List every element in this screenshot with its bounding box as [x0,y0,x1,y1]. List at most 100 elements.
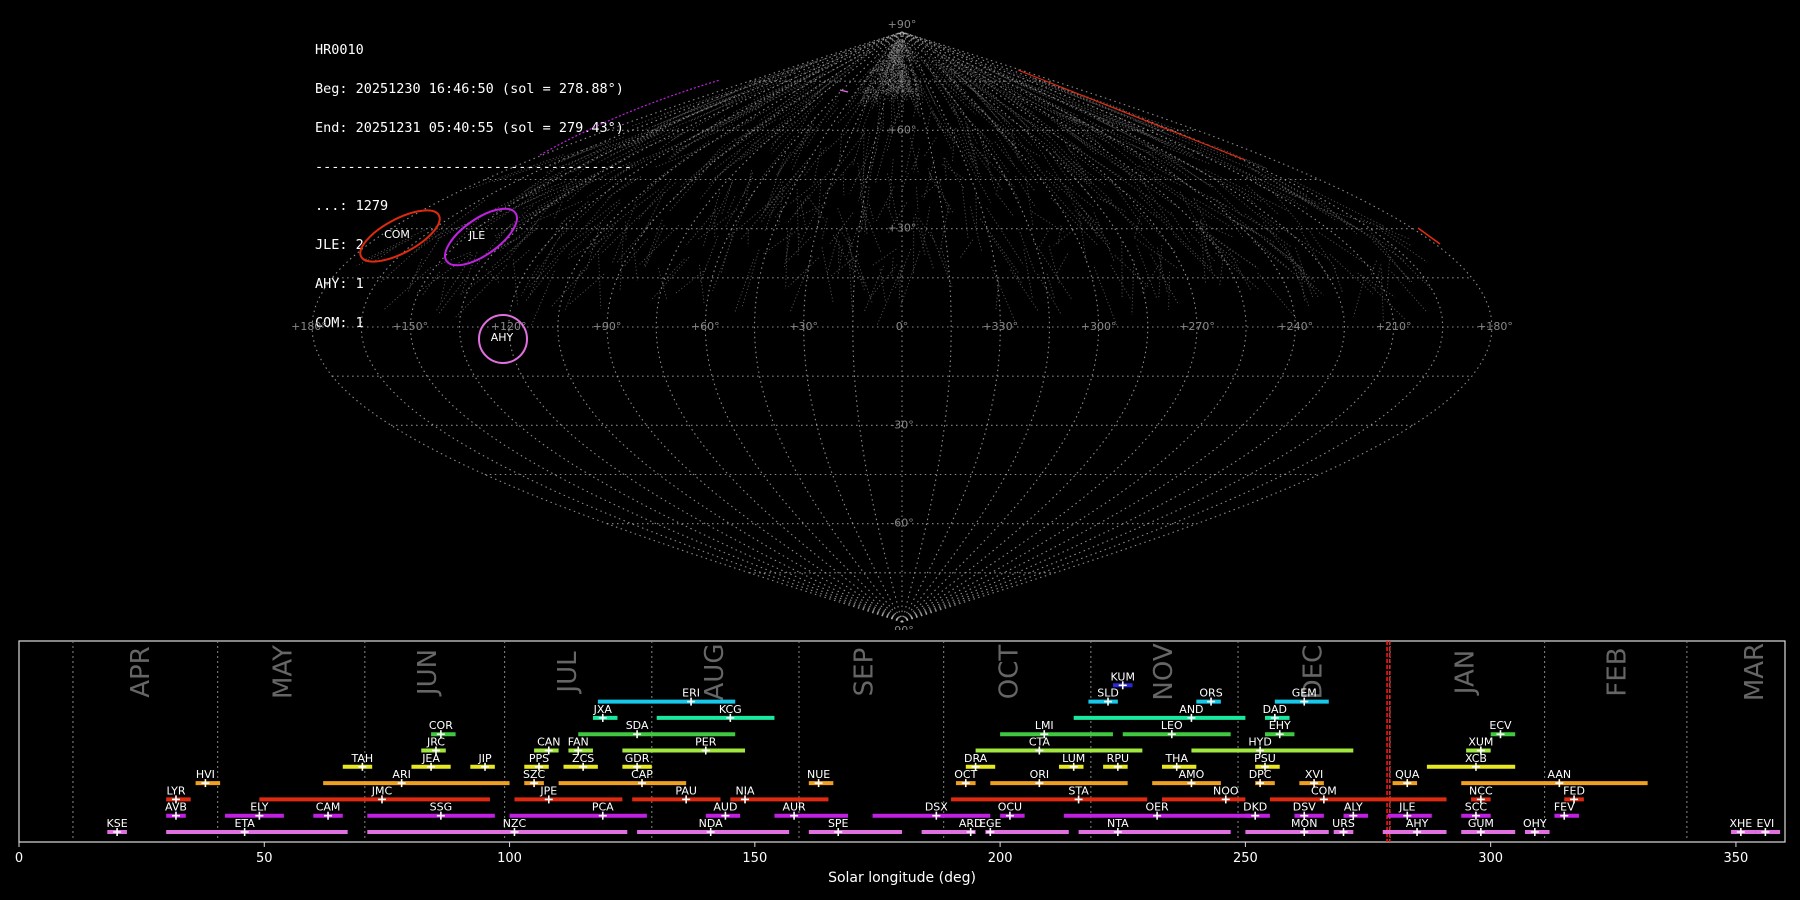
shower-label: RPU [1107,752,1129,765]
shower-cap: CAP [558,768,687,788]
shower-kse: KSE [107,817,128,836]
month-label-jan: JAN [1451,650,1481,696]
shower-label: NDA [699,817,724,830]
shower-label: XCB [1465,752,1487,765]
month-label-mar: MAR [1740,643,1770,701]
shower-label: SCC [1465,801,1488,814]
shower-label: MON [1291,817,1317,830]
shower-label: OHY [1523,817,1547,830]
shower-dkd: DKD [1243,801,1270,820]
shower-label: NUE [807,768,830,781]
shower-label: XVI [1305,768,1323,781]
shower-label: AAN [1548,768,1572,781]
shower-label: AUD [713,801,737,814]
shower-tah: TAH [342,752,374,771]
x-tick-label: 50 [256,851,273,866]
shower-label: STA [1068,784,1089,797]
shower-label: TAH [351,752,374,765]
shower-pau: PAU [632,784,721,804]
shower-label: CAP [631,768,653,781]
shower-label: NZC [503,817,527,830]
shower-label: PPS [529,752,549,765]
x-tick-label: 250 [1233,851,1258,866]
shower-label: JRC [426,736,445,749]
shower-label: EHY [1269,719,1291,732]
shower-label: DPC [1249,768,1272,781]
shower-ahy: AHY [1382,817,1447,836]
shower-label: SLD [1097,687,1119,700]
shower-sta: STA [951,784,1148,804]
shower-label: SPE [828,817,849,830]
shower-label: FEV [1554,801,1575,814]
shower-cam: CAM [313,801,343,820]
shower-xhe: XHE [1729,817,1756,836]
x-axis: Solar longitude (deg) 0 50 100 150 200 250 300… [15,842,1748,886]
shower-eta: ETA [166,817,348,836]
shower-ori: ORI [990,768,1128,788]
shower-label: CTA [1029,736,1051,749]
shower-label: NTA [1107,817,1129,830]
shower-label: EVI [1757,817,1775,830]
shower-label: NCC [1469,784,1493,797]
shower-ari: ARI [323,768,510,788]
shower-sld: SLD [1088,687,1119,706]
x-tick-label: 100 [497,851,522,866]
month-label-oct: OCT [994,645,1024,700]
shower-label: SSG [430,801,453,814]
shower-label: ORS [1199,687,1222,700]
shower-gum: GUM [1461,817,1516,836]
shower-label: AND [1179,703,1203,716]
shower-label: KUM [1111,670,1135,683]
shower-label: LYR [166,784,185,797]
shower-label: HVI [196,768,215,781]
shower-pca: PCA [509,801,647,820]
month-label-nov: NOV [1149,643,1179,700]
shower-nue: NUE [807,768,834,788]
month-label-sep: SEP [850,648,880,697]
month-label-feb: FEB [1603,647,1633,696]
shower-label: ECV [1489,719,1512,732]
month-label-may: MAY [268,645,298,699]
shower-jmc: JMC [259,784,490,804]
shower-label: DSV [1293,801,1316,814]
shower-label: NOO [1213,784,1239,797]
shower-label: PSU [1254,752,1276,765]
shower-noo: NOO [1161,784,1246,804]
x-axis-label: Solar longitude (deg) [828,870,976,886]
shower-ege: EGE [979,817,1069,836]
shower-label: ARI [392,768,410,781]
shower-spe: SPE [808,817,902,836]
shower-label: ZCS [572,752,594,765]
shower-ohy: OHY [1523,817,1550,836]
shower-lmi: LMI [1000,719,1113,739]
shower-label: JPE [539,784,557,797]
shower-ard: ARD [921,817,982,836]
shower-ocu: OCU [998,801,1025,820]
shower-urs: URS [1332,817,1355,836]
shower-label: HYD [1248,736,1271,749]
shower-label: ORI [1030,768,1050,781]
x-tick-label: 200 [988,851,1013,866]
shower-label: XUM [1468,736,1493,749]
shower-and: AND [1073,703,1246,722]
shower-label: AMO [1179,768,1205,781]
shower-dpc: DPC [1249,768,1275,788]
month-label-jul: JUL [553,651,583,695]
shower-label: CAM [316,801,341,814]
shower-label: EGE [979,817,1001,830]
shower-hvi: HVI [195,768,221,788]
shower-label: DRA [964,752,988,765]
shower-label: JLE [1398,801,1415,814]
shower-label: DSX [925,801,948,814]
shower-nzc: NZC [367,817,628,836]
month-label-aug: AUG [700,644,730,701]
shower-label: COR [429,719,453,732]
shower-label: PCA [592,801,614,814]
shower-label: OCU [998,801,1022,814]
x-tick-label: 350 [1724,851,1749,866]
shower-jip: JIP [470,752,495,771]
shower-label: AHY [1406,817,1429,830]
month-label-apr: APR [126,646,156,698]
shower-ssg: SSG [367,801,495,820]
shower-label: LMI [1035,719,1054,732]
